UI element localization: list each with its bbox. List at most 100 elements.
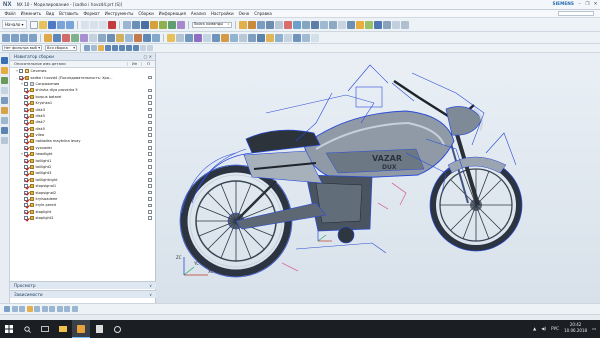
render-icon[interactable] — [310, 20, 319, 29]
draft-icon[interactable] — [194, 33, 202, 42]
row-status-box[interactable] — [148, 171, 152, 176]
hole-icon[interactable] — [149, 20, 158, 29]
layer-icon[interactable] — [319, 20, 328, 29]
visibility-checkbox[interactable] — [24, 209, 28, 214]
fuel-tank-body[interactable]: VAZAR DUX — [303, 110, 455, 180]
scope-filter-select[interactable]: Вся сборка ▾ — [45, 45, 77, 51]
color-icon[interactable] — [364, 20, 373, 29]
unite-icon[interactable] — [134, 33, 142, 42]
blend-icon[interactable] — [158, 20, 167, 29]
shell-icon[interactable] — [176, 20, 185, 29]
visibility-checkbox[interactable] — [24, 120, 28, 125]
row-status-box[interactable] — [148, 139, 152, 144]
point-icon[interactable] — [71, 33, 79, 42]
row-status-box[interactable] — [148, 209, 152, 214]
move-component-icon[interactable] — [265, 20, 274, 29]
column-info-header[interactable]: Ин — [127, 62, 141, 66]
dependencies-panel-header[interactable]: Зависимости ∨ — [10, 290, 156, 298]
menu-format[interactable]: Формат — [81, 11, 102, 16]
column-name-header[interactable]: Описательное имя детали — [10, 62, 127, 66]
curve-icon[interactable] — [80, 33, 88, 42]
rotate-icon[interactable] — [20, 33, 28, 42]
row-status-box[interactable] — [148, 178, 152, 182]
part-navigator-icon[interactable] — [1, 77, 8, 84]
visibility-checkbox[interactable] — [24, 133, 28, 138]
row-status-box[interactable] — [148, 107, 152, 112]
edge-icon[interactable] — [239, 33, 247, 42]
sync-icon[interactable] — [275, 33, 283, 42]
snap-end-icon[interactable] — [11, 306, 18, 312]
menu-tools[interactable]: Инструменты — [102, 11, 136, 16]
body-icon[interactable] — [257, 33, 265, 42]
visibility-checkbox[interactable] — [24, 203, 28, 208]
row-status-box[interactable] — [148, 165, 152, 169]
menu-preferences[interactable]: Настройки — [208, 11, 236, 16]
parts-list-icon[interactable] — [293, 33, 301, 42]
visibility-checkbox[interactable] — [24, 197, 28, 201]
history-icon[interactable] — [1, 117, 8, 124]
visibility-checkbox[interactable] — [24, 145, 28, 150]
snap-control-icon[interactable] — [26, 306, 33, 312]
deselect-icon[interactable] — [91, 45, 97, 51]
loft-icon[interactable] — [212, 33, 220, 42]
tree-row[interactable]: stoplight2 — [10, 215, 156, 221]
visibility-checkbox[interactable] — [24, 139, 28, 144]
assembly-icon[interactable] — [238, 20, 247, 29]
fit-icon[interactable] — [2, 33, 10, 42]
visibility-checkbox[interactable] — [24, 88, 28, 93]
type-filter-select[interactable]: Нет фильтра выб ▾ — [2, 45, 42, 51]
sketch-icon[interactable] — [122, 20, 131, 29]
redo-icon[interactable] — [65, 20, 74, 29]
menu-help[interactable]: Справка — [252, 11, 275, 16]
menu-assemblies[interactable]: Сборки — [136, 11, 156, 16]
grid-icon[interactable] — [337, 20, 346, 29]
rib-icon[interactable] — [230, 33, 238, 42]
row-status-box[interactable] — [148, 101, 152, 105]
visibility-checkbox[interactable] — [24, 190, 28, 195]
menu-information[interactable]: Информация — [156, 11, 188, 16]
visibility-checkbox[interactable] — [24, 158, 28, 163]
lightbulb-icon[interactable] — [355, 20, 364, 29]
maximize-button[interactable]: ❐ — [585, 2, 590, 7]
snap-center-icon[interactable] — [119, 45, 125, 51]
motor[interactable] — [337, 226, 355, 244]
datum-plane-icon[interactable] — [44, 33, 52, 42]
notifications-icon[interactable]: ▭ — [592, 326, 596, 331]
snap-on-curve-icon[interactable] — [56, 306, 63, 312]
constraint-icon[interactable] — [256, 20, 265, 29]
pattern-icon[interactable] — [107, 33, 115, 42]
shaded-icon[interactable] — [382, 20, 391, 29]
taskbar-explorer[interactable] — [54, 320, 72, 338]
undo-icon[interactable] — [56, 20, 65, 29]
paste-icon[interactable] — [98, 20, 107, 29]
surface-icon[interactable] — [167, 33, 175, 42]
pan-icon[interactable] — [29, 33, 37, 42]
command-search-input[interactable]: Поиск команды ⌕ — [191, 21, 232, 28]
visibility-checkbox[interactable] — [24, 165, 28, 170]
visibility-checkbox[interactable] — [19, 69, 23, 74]
camera-icon[interactable] — [328, 20, 337, 29]
volume-icon[interactable]: ◀) — [541, 326, 546, 331]
row-status-box[interactable] — [148, 216, 152, 220]
taskbar-nx[interactable] — [72, 320, 90, 338]
menu-analysis[interactable]: Анализ — [188, 11, 208, 16]
row-status-box[interactable] — [148, 133, 152, 137]
column-p-header[interactable]: П — [141, 62, 155, 66]
section-icon[interactable] — [301, 20, 310, 29]
row-status-box[interactable] — [148, 190, 152, 195]
visibility-checkbox[interactable] — [24, 101, 28, 106]
taskbar-settings[interactable] — [108, 320, 126, 338]
expression-icon[interactable] — [284, 33, 292, 42]
visibility-checkbox[interactable] — [24, 216, 28, 221]
visibility-checkbox[interactable] — [24, 126, 28, 131]
constraint-navigator-icon[interactable] — [1, 67, 8, 74]
snap-existing-icon[interactable] — [49, 306, 55, 312]
drawing-icon[interactable] — [302, 33, 310, 42]
datum-csys-icon[interactable] — [62, 33, 70, 42]
add-component-icon[interactable] — [247, 20, 256, 29]
menu-edit[interactable]: Изменить — [18, 11, 44, 16]
system-materials-icon[interactable] — [1, 127, 8, 134]
offset-icon[interactable] — [125, 33, 133, 42]
snap-on-face-icon[interactable] — [64, 306, 70, 312]
roles-icon[interactable] — [1, 137, 8, 144]
